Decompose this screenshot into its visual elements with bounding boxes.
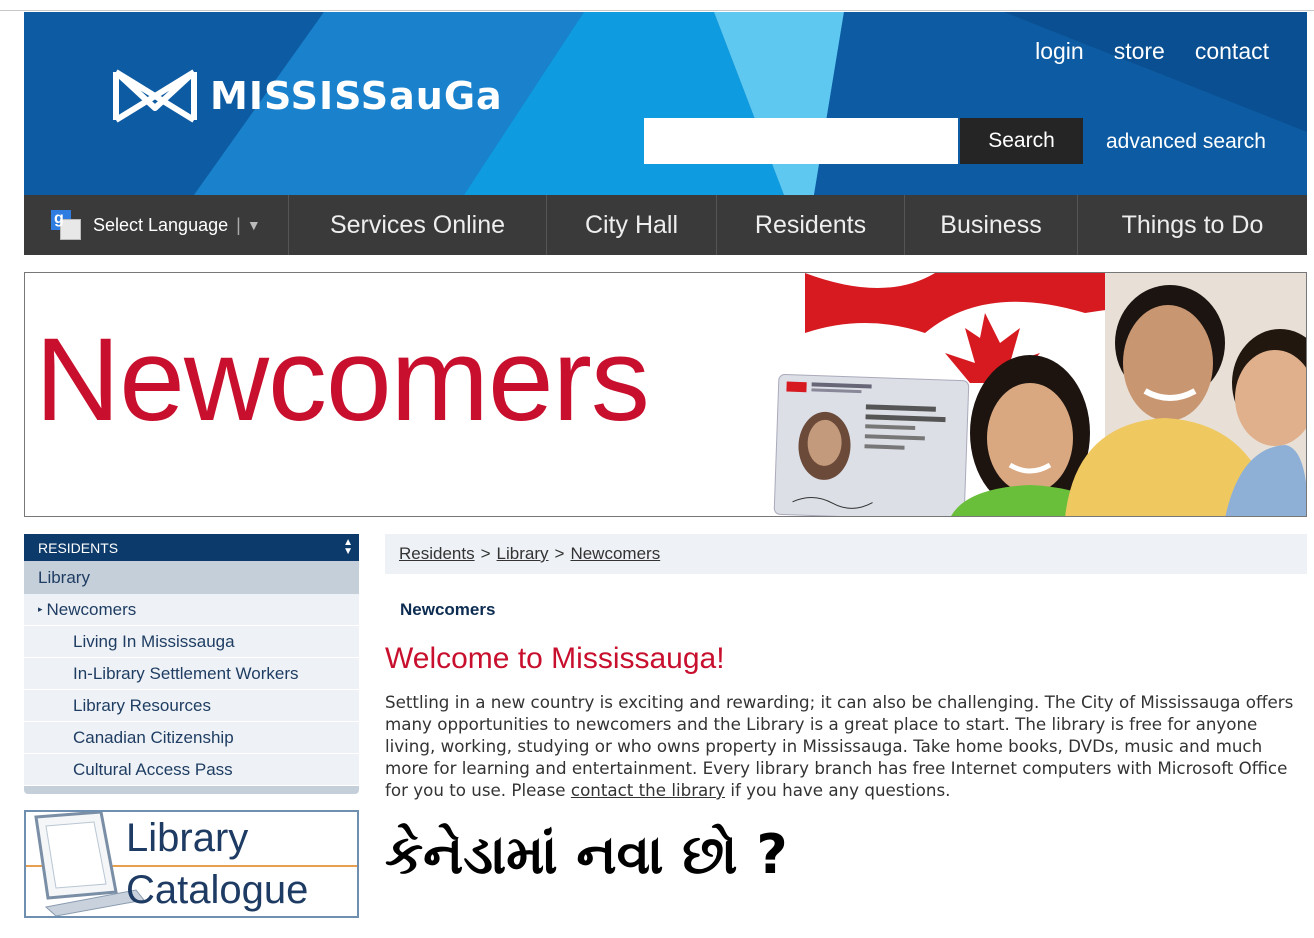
library-catalogue-button[interactable]: Library Catalogue	[24, 810, 359, 918]
gujarati-heading: કેનેડામાં નવા છો ?	[385, 823, 788, 886]
top-divider	[0, 10, 1314, 11]
top-links: login store contact	[1035, 38, 1269, 65]
main-content: Residents > Library > Newcomers Newcomer…	[385, 534, 1307, 887]
breadcrumb-newcomers[interactable]: Newcomers	[570, 544, 660, 564]
sidebar-item-library[interactable]: Library	[24, 561, 359, 594]
sidebar-section-header[interactable]: RESIDENTS ▲ ▼	[24, 534, 359, 561]
triangle-right-icon: ▸	[38, 604, 43, 614]
nav-residents[interactable]: Residents	[717, 195, 905, 255]
breadcrumb-residents[interactable]: Residents	[399, 544, 475, 564]
contact-link[interactable]: contact	[1195, 38, 1269, 65]
main-nav: g Select Language | ▼ Services Online Ci…	[24, 195, 1307, 255]
page-title: Welcome to Mississauga!	[385, 642, 725, 675]
sidebar-footer	[24, 786, 359, 794]
advanced-search-link[interactable]: advanced search	[1106, 130, 1266, 154]
nav-things-to-do[interactable]: Things to Do	[1078, 195, 1307, 255]
login-link[interactable]: login	[1035, 38, 1084, 65]
breadcrumb-separator: >	[554, 544, 565, 563]
sidebar-section-title: RESIDENTS	[38, 539, 119, 556]
nav-city-hall[interactable]: City Hall	[547, 195, 717, 255]
logo-text: MISSISSauGa	[210, 74, 503, 118]
sidebar-item-library-resources[interactable]: Library Resources	[24, 690, 359, 722]
mississauga-logo[interactable]: MISSISSauGa	[112, 68, 503, 124]
intro-paragraph: Settling in a new country is exciting an…	[385, 691, 1300, 801]
search-input[interactable]	[644, 118, 958, 164]
sidebar-item-newcomers[interactable]: ▸ Newcomers	[24, 594, 359, 626]
breadcrumb-separator: >	[480, 544, 491, 563]
sidebar-item-living-in-mississauga[interactable]: Living In Mississauga	[24, 626, 359, 658]
catalogue-line-1: Library	[126, 816, 249, 860]
language-separator: |	[236, 214, 241, 235]
site-header: MISSISSauGa login store contact Search a…	[24, 12, 1307, 195]
breadcrumb: Residents > Library > Newcomers	[385, 534, 1307, 574]
sidebar-item-cultural-access-pass[interactable]: Cultural Access Pass	[24, 754, 359, 786]
nav-services-online[interactable]: Services Online	[289, 195, 547, 255]
sidebar-item-canadian-citizenship[interactable]: Canadian Citizenship	[24, 722, 359, 754]
language-label: Select Language	[93, 214, 229, 235]
dropdown-arrow-icon: ▼	[246, 217, 261, 233]
google-translate-icon: g	[51, 210, 81, 240]
breadcrumb-library[interactable]: Library	[497, 544, 549, 564]
catalogue-line-2: Catalogue	[126, 868, 309, 912]
search-button[interactable]: Search	[960, 118, 1083, 164]
banner-title: Newcomers	[35, 314, 650, 446]
sidebar: RESIDENTS ▲ ▼ Library ▸ Newcomers Living …	[24, 534, 359, 918]
contact-library-link[interactable]: contact the library	[571, 780, 725, 800]
page: MISSISSauGa login store contact Search a…	[24, 12, 1307, 918]
sidebar-item-settlement-workers[interactable]: In-Library Settlement Workers	[24, 658, 359, 690]
intro-text-end: if you have any questions.	[725, 780, 951, 800]
sidebar-item-label: Newcomers	[46, 599, 137, 619]
store-link[interactable]: store	[1114, 38, 1165, 65]
page-subtitle: Newcomers	[400, 600, 496, 619]
nav-business[interactable]: Business	[905, 195, 1078, 255]
collapse-arrows-icon[interactable]: ▲ ▼	[343, 538, 353, 557]
mississauga-logo-icon	[113, 69, 197, 123]
newcomers-banner: Newcomers	[24, 272, 1307, 517]
language-selector[interactable]: g Select Language | ▼	[24, 195, 289, 255]
